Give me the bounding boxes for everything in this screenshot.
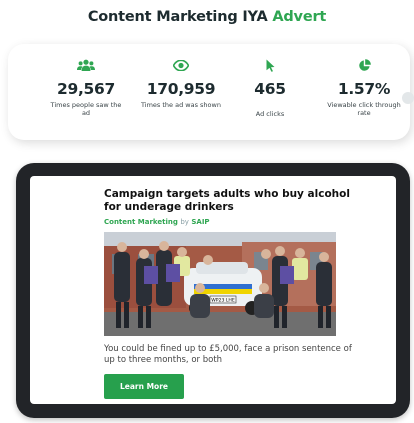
stat-reach-label: Times people saw the ad [50,101,122,117]
ad-byline: Content Marketing by SAIP [104,218,210,226]
learn-more-button[interactable]: Learn More [104,374,184,399]
ad-publisher: SAIP [191,218,210,226]
stat-clicks-value: 465 [254,80,286,98]
page-title: Content Marketing IYA Advert [0,9,414,25]
stat-ctr: 1.57% Viewable click through rate [326,58,402,117]
stat-reach: 29,567 Times people saw the ad [46,58,126,117]
users-icon [46,58,126,72]
number-plate-text: WP23 LHE [211,298,235,304]
stat-clicks-label: Ad clicks [255,110,285,118]
pie-chart-icon [326,58,402,72]
ad-by: by [180,218,189,226]
cursor-icon [240,58,300,72]
eye-icon [126,58,236,72]
stat-impressions-label: Times the ad was shown [141,101,221,109]
ad-headline: Campaign targets adults who buy alcohol … [104,188,350,213]
ad-report-page: Content Marketing IYA Advert 29,567 Time… [0,0,414,423]
stat-impressions-value: 170,959 [146,80,216,98]
stat-reach-value: 29,567 [56,80,115,98]
ad-photo: group of officers and officials holding … [104,232,336,336]
ad-photo-image: group of officers and officials holding … [104,232,336,336]
stat-clicks: 465 Ad clicks [240,58,300,118]
page-title-accent: Advert [272,9,327,25]
tablet-mockup: Campaign targets adults who buy alcohol … [16,163,410,418]
scroll-handle[interactable] [402,92,414,104]
ad-preview: Campaign targets adults who buy alcohol … [30,176,396,404]
ad-body-text: You could be fined up to £5,000, face a … [104,344,352,365]
stat-ctr-value: 1.57% [337,80,391,98]
ad-category: Content Marketing [104,218,178,226]
stat-ctr-label: Viewable click through rate [327,101,401,117]
stat-impressions: 170,959 Times the ad was shown [126,58,236,109]
stats-card: 29,567 Times people saw the ad 170,959 T… [8,44,410,140]
page-title-main: Content Marketing IYA [87,9,268,25]
